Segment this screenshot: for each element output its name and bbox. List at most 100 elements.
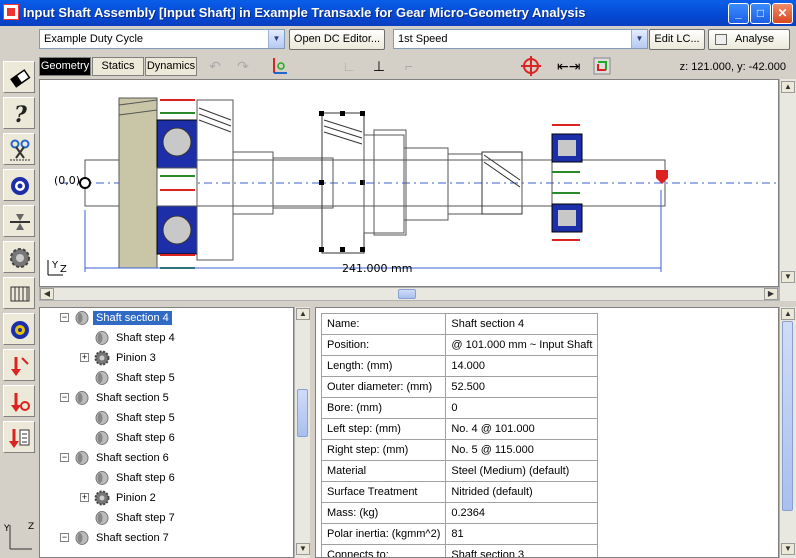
align-center-icon[interactable]: ⊥ — [368, 55, 390, 77]
shaft-drawing-canvas[interactable]: (0,0) 241.000 mm Y Z — [39, 79, 779, 287]
align-right-icon[interactable]: ⌐ — [398, 55, 420, 77]
property-value[interactable]: Shaft section 3 — [445, 544, 599, 557]
scroll-up-icon[interactable]: ▲ — [781, 308, 795, 320]
tree-item[interactable]: − Shaft section 4 — [40, 308, 293, 328]
axes-icon[interactable] — [268, 55, 290, 77]
calculator-icon — [9, 429, 30, 448]
scroll-up-icon[interactable]: ▲ — [296, 308, 310, 320]
tab-geometry[interactable]: Geometry — [39, 57, 91, 76]
tree-item-label: Shaft step 4 — [116, 332, 175, 344]
scroll-down-icon[interactable]: ▼ — [296, 543, 310, 555]
property-row: Connects to: Shaft section 3 — [320, 544, 599, 557]
tree-vertical-scrollbar[interactable]: ▲ ▼ — [294, 307, 310, 558]
load-tool-button[interactable] — [3, 349, 35, 381]
tree-item[interactable]: − Shaft section 5 — [40, 388, 293, 408]
property-value[interactable]: Steel (Medium) (default) — [445, 460, 599, 482]
tab-dynamics[interactable]: Dynamics — [145, 57, 197, 76]
property-key: Outer diameter: (mm) — [320, 376, 447, 398]
shaft-step-icon — [94, 510, 110, 526]
tree-item[interactable]: Shaft step 5 — [40, 408, 293, 428]
property-value[interactable]: No. 4 @ 101.000 — [445, 418, 599, 440]
property-value[interactable]: 0 — [445, 397, 599, 419]
svg-text:Z: Z — [28, 522, 34, 532]
maximize-button[interactable]: □ — [750, 3, 771, 24]
property-value[interactable]: 14.000 — [445, 355, 599, 377]
expand-icon[interactable]: + — [80, 493, 89, 502]
collapse-icon[interactable]: − — [60, 533, 69, 542]
property-row: Surface Treatment Nitrided (default) — [320, 481, 599, 503]
gear-icon — [10, 248, 30, 268]
property-value[interactable]: No. 5 @ 115.000 — [445, 439, 599, 461]
tree-item[interactable]: − Shaft section 7 — [40, 528, 293, 548]
scroll-right-icon[interactable]: ▶ — [764, 288, 778, 300]
property-row: Position: @ 101.000 mm ~ Input Shaft — [320, 334, 599, 356]
target-icon[interactable] — [520, 55, 542, 77]
open-dc-editor-button[interactable]: Open DC Editor... — [289, 29, 385, 50]
tree-item[interactable]: Shaft step 6 — [40, 428, 293, 448]
drawing-horizontal-scrollbar[interactable]: ◀ ▶ — [39, 287, 779, 301]
support-tool-button[interactable] — [3, 205, 35, 237]
shaft-section-icon — [74, 390, 90, 406]
property-value[interactable]: 81 — [445, 523, 599, 545]
scroll-down-icon[interactable]: ▼ — [781, 271, 795, 283]
scroll-thumb[interactable] — [297, 389, 308, 437]
refresh-icon[interactable] — [591, 55, 613, 77]
duty-cycle-dropdown[interactable]: Example Duty Cycle ▼ — [39, 29, 285, 49]
redo-icon[interactable]: ↷ — [232, 55, 254, 77]
load-case-value: 1st Speed — [398, 33, 448, 45]
measure-icon[interactable]: ⇤⇥ — [557, 55, 580, 77]
tree-item[interactable]: + Pinion 3 — [40, 348, 293, 368]
analyse-button[interactable]: Analyse — [708, 29, 790, 50]
tree-item[interactable]: + Pinion 2 — [40, 488, 293, 508]
coupling-tool-button[interactable] — [3, 313, 35, 345]
tree-item-label: Pinion 3 — [116, 352, 156, 364]
help-tool-button[interactable]: ? — [3, 97, 35, 129]
tree-item[interactable]: Shaft step 5 — [40, 368, 293, 388]
edit-lc-button[interactable]: Edit LC... — [649, 29, 705, 50]
tree-item[interactable]: Shaft step 6 — [40, 468, 293, 488]
properties-table: Name: Shaft section 4 Position: @ 101.000 m… — [320, 313, 599, 557]
properties-vertical-scrollbar[interactable]: ▲ ▼ — [779, 307, 796, 558]
eraser-tool-button[interactable] — [3, 61, 35, 93]
calculator-tool-button[interactable] — [3, 421, 35, 453]
property-value[interactable]: @ 101.000 mm ~ Input Shaft — [445, 334, 599, 356]
cut-tool-button[interactable] — [3, 133, 35, 165]
property-value[interactable]: 0.2364 — [445, 502, 599, 524]
title-bar[interactable]: Input Shaft Assembly [Input Shaft] in Ex… — [0, 0, 796, 26]
scroll-thumb[interactable] — [398, 289, 416, 299]
tree-item[interactable]: Shaft step 7 — [40, 508, 293, 528]
scroll-left-icon[interactable]: ◀ — [40, 288, 54, 300]
torque-tool-button[interactable] — [3, 385, 35, 417]
collapse-icon[interactable]: − — [60, 313, 69, 322]
chevron-down-icon[interactable]: ▼ — [268, 30, 284, 48]
undo-icon[interactable]: ↶ — [204, 55, 226, 77]
tab-statics[interactable]: Statics — [92, 57, 144, 76]
tree-item[interactable]: Shaft step 4 — [40, 328, 293, 348]
properties-panel: Name: Shaft section 4 Position: @ 101.000 m… — [315, 307, 779, 558]
expand-icon[interactable]: + — [80, 353, 89, 362]
align-left-icon[interactable]: ∟ — [338, 55, 360, 77]
spline-tool-button[interactable] — [3, 277, 35, 309]
bearing-tool-button[interactable] — [3, 169, 35, 201]
tree-item-label: Shaft step 7 — [116, 512, 175, 524]
drawing-vertical-scrollbar[interactable]: ▲ ▼ — [779, 79, 796, 301]
scroll-down-icon[interactable]: ▼ — [781, 543, 795, 555]
property-value[interactable]: Shaft section 4 — [445, 313, 599, 335]
tree-item[interactable]: − Shaft section 6 — [40, 448, 293, 468]
close-button[interactable]: ✕ — [772, 3, 793, 24]
gear-tool-button[interactable] — [3, 241, 35, 273]
scroll-thumb[interactable] — [782, 321, 793, 511]
collapse-icon[interactable]: − — [60, 393, 69, 402]
load-case-dropdown[interactable]: 1st Speed ▼ — [393, 29, 648, 49]
property-value[interactable]: 52.500 — [445, 376, 599, 398]
property-value[interactable]: Nitrided (default) — [445, 481, 599, 503]
property-key: Mass: (kg) — [320, 502, 447, 524]
property-row: Length: (mm) 14.000 — [320, 355, 599, 377]
chevron-down-icon[interactable]: ▼ — [631, 30, 647, 48]
minimize-button[interactable]: _ — [728, 3, 749, 24]
property-row: Material Steel (Medium) (default) — [320, 460, 599, 482]
app-icon[interactable] — [3, 4, 19, 20]
collapse-icon[interactable]: − — [60, 453, 69, 462]
scroll-up-icon[interactable]: ▲ — [781, 81, 795, 93]
property-key: Bore: (mm) — [320, 397, 447, 419]
